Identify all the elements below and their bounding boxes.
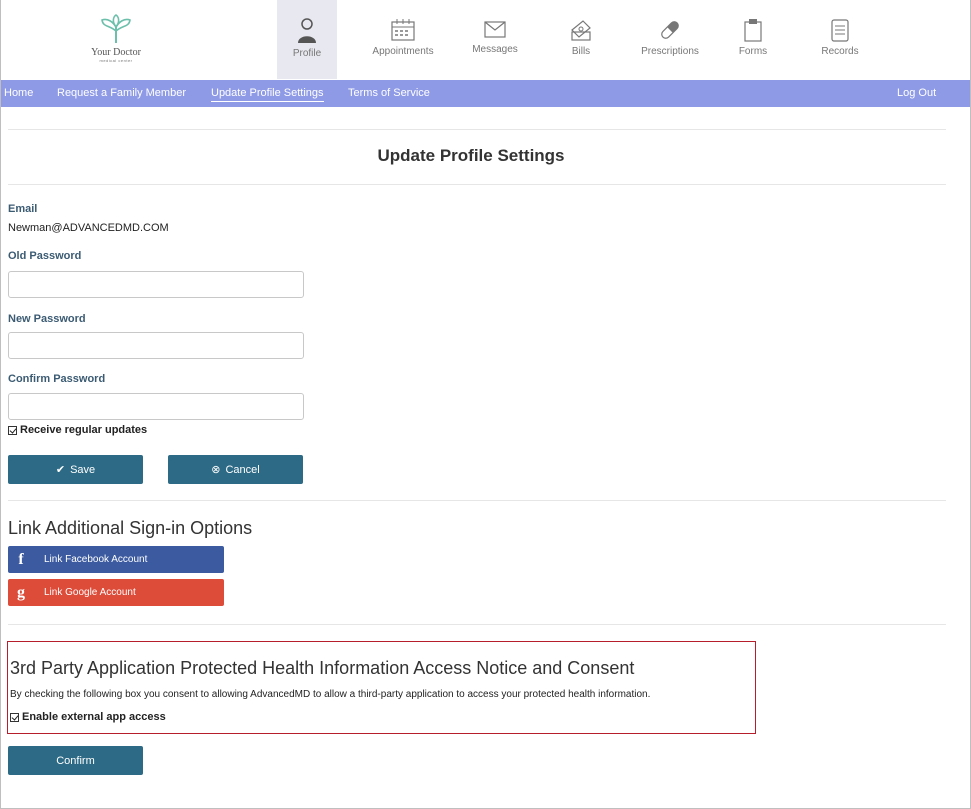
receive-updates-label: Receive regular updates xyxy=(20,424,148,436)
divider xyxy=(8,500,946,501)
nav-forms-label: Forms xyxy=(738,46,768,57)
new-password-input[interactable] xyxy=(8,332,304,359)
subnav-update-profile-link[interactable]: Update Profile Settings xyxy=(211,87,324,102)
calendar-icon xyxy=(391,19,415,41)
new-password-label: New Password xyxy=(8,313,86,325)
nav-profile[interactable]: Profile xyxy=(277,0,337,79)
brand-tagline: medical center xyxy=(99,58,133,63)
checkmark-icon: ✔ xyxy=(55,464,66,476)
receive-updates-checkbox[interactable]: Receive regular updates xyxy=(8,424,147,436)
consent-panel: 3rd Party Application Protected Health I… xyxy=(7,641,756,734)
nav-messages-label: Messages xyxy=(472,44,518,55)
money-icon xyxy=(571,20,591,41)
nav-bills-label: Bills xyxy=(571,46,591,57)
nav-messages[interactable]: Messages xyxy=(465,0,525,79)
divider xyxy=(8,184,946,185)
consent-heading: 3rd Party Application Protected Health I… xyxy=(10,658,635,678)
nav-records[interactable]: Records xyxy=(817,0,863,79)
enable-external-access-label: Enable external app access xyxy=(22,711,166,723)
divider xyxy=(8,624,946,625)
nav-appointments[interactable]: Appointments xyxy=(367,0,439,79)
envelope-icon xyxy=(484,21,506,38)
tree-logo-icon xyxy=(101,14,131,44)
save-button[interactable]: ✔ Save xyxy=(8,455,143,484)
nav-prescriptions[interactable]: Prescriptions xyxy=(637,0,703,79)
confirm-button[interactable]: Confirm xyxy=(8,746,143,775)
sub-nav: Home Request a Family Member Update Prof… xyxy=(1,80,970,107)
confirm-password-input[interactable] xyxy=(8,393,304,420)
nav-bills[interactable]: Bills xyxy=(563,0,599,79)
cancel-button[interactable]: ⊗ Cancel xyxy=(168,455,303,484)
subnav-home-link[interactable]: Home xyxy=(4,87,33,99)
page-title: Update Profile Settings xyxy=(377,146,565,165)
link-facebook-button[interactable]: f Link Facebook Account xyxy=(8,546,224,573)
save-button-label: Save xyxy=(70,463,96,476)
nav-forms[interactable]: Forms xyxy=(733,0,773,79)
nav-appointments-label: Appointments xyxy=(372,46,434,57)
subnav-request-family-link[interactable]: Request a Family Member xyxy=(57,87,186,99)
confirm-button-label: Confirm xyxy=(56,754,95,767)
old-password-label: Old Password xyxy=(8,250,82,262)
close-circle-icon: ⊗ xyxy=(211,464,221,476)
nav-profile-label: Profile xyxy=(292,48,322,59)
cancel-button-label: Cancel xyxy=(225,463,260,476)
enable-external-access-checkbox[interactable]: Enable external app access xyxy=(10,711,166,723)
link-options-heading: Link Additional Sign-in Options xyxy=(8,518,253,538)
divider xyxy=(8,129,946,130)
link-google-button[interactable]: g Link Google Account xyxy=(8,579,224,606)
google-icon: g xyxy=(17,583,25,601)
brand-logo[interactable]: Your Doctor medical center xyxy=(81,13,151,63)
checkbox-checked-icon[interactable] xyxy=(10,712,19,722)
app-header: Your Doctor medical center Profile Appoi… xyxy=(1,0,970,79)
nav-records-label: Records xyxy=(821,46,859,57)
consent-text: By checking the following box you consen… xyxy=(10,689,651,700)
user-icon xyxy=(298,18,316,43)
email-label: Email xyxy=(8,203,38,215)
clipboard-icon xyxy=(744,19,762,42)
facebook-icon: f xyxy=(18,550,24,568)
email-value: Newman@ADVANCEDMD.COM xyxy=(8,222,169,234)
link-google-label: Link Google Account xyxy=(44,587,136,598)
brand-name: Your Doctor xyxy=(91,47,141,58)
old-password-input[interactable] xyxy=(8,271,304,298)
confirm-password-label: Confirm Password xyxy=(8,373,106,385)
link-facebook-label: Link Facebook Account xyxy=(44,554,148,565)
nav-prescriptions-label: Prescriptions xyxy=(641,46,699,57)
checkbox-checked-icon[interactable] xyxy=(8,425,17,435)
pill-icon xyxy=(661,21,679,39)
document-icon xyxy=(831,19,849,42)
subnav-terms-link[interactable]: Terms of Service xyxy=(348,87,430,99)
subnav-logout-link[interactable]: Log Out xyxy=(897,87,936,99)
